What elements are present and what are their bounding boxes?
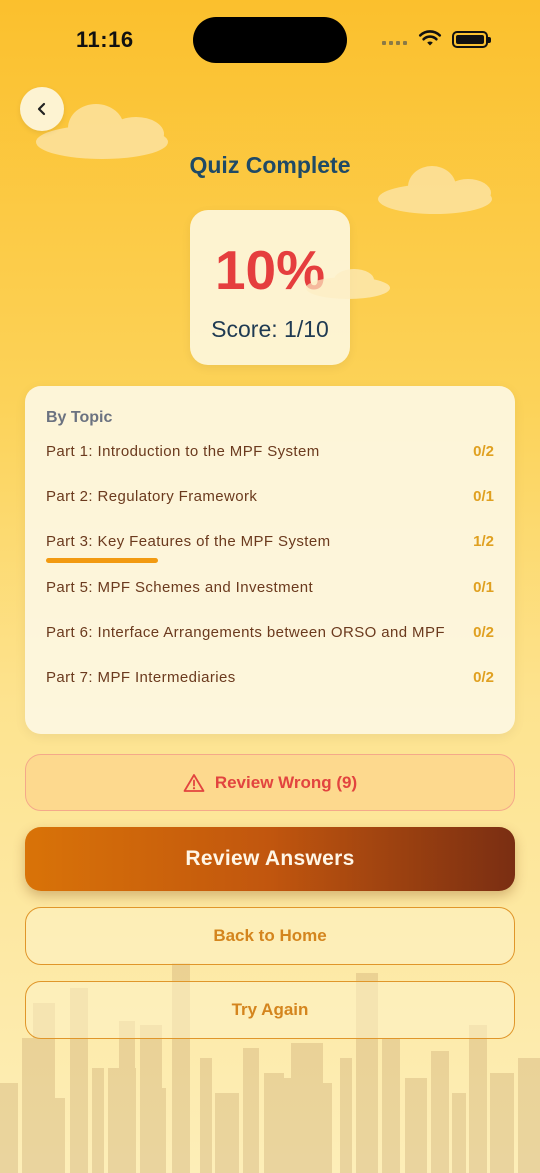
review-answers-label: Review Answers — [185, 847, 355, 870]
topic-row: Part 1: Introduction to the MPF System 0… — [46, 443, 494, 467]
topic-breakdown-card: By Topic Part 1: Introduction to the MPF… — [25, 386, 515, 734]
topic-row: Part 7: MPF Intermediaries 0/2 — [46, 669, 494, 693]
topic-name: Part 6: Interface Arrangements between O… — [46, 624, 445, 641]
back-to-home-button[interactable]: Back to Home — [25, 907, 515, 965]
topic-row: Part 6: Interface Arrangements between O… — [46, 624, 494, 648]
try-again-label: Try Again — [231, 1000, 309, 1019]
topic-name: Part 1: Introduction to the MPF System — [46, 443, 320, 460]
score-fraction: Score: 1/10 — [211, 316, 329, 342]
topic-score: 0/1 — [473, 488, 494, 505]
dynamic-island — [193, 17, 347, 63]
topic-score: 0/1 — [473, 579, 494, 596]
topic-score: 0/2 — [473, 443, 494, 460]
topic-score: 0/2 — [473, 669, 494, 686]
topic-row: Part 2: Regulatory Framework 0/1 — [46, 488, 494, 512]
topic-name: Part 3: Key Features of the MPF System — [46, 533, 331, 550]
status-bar: 11:16 — [0, 0, 540, 80]
topic-name: Part 7: MPF Intermediaries — [46, 669, 236, 686]
review-answers-button[interactable]: Review Answers — [25, 827, 515, 891]
warning-triangle-icon — [183, 773, 205, 792]
topic-progress-fill — [46, 558, 158, 563]
topic-name: Part 2: Regulatory Framework — [46, 488, 258, 505]
topic-heading: By Topic — [46, 409, 113, 426]
cloud-decoration — [306, 269, 390, 299]
back-button[interactable] — [20, 87, 64, 131]
back-to-home-label: Back to Home — [213, 926, 327, 945]
topic-name: Part 5: MPF Schemes and Investment — [46, 579, 314, 596]
battery-icon — [452, 31, 491, 48]
page-title: Quiz Complete — [189, 152, 351, 178]
chevron-left-icon — [37, 102, 46, 116]
try-again-button[interactable]: Try Again — [25, 981, 515, 1039]
topic-progress-bar — [46, 558, 270, 563]
review-wrong-label: Review Wrong (9) — [214, 772, 358, 792]
cellular-signal-icon — [382, 41, 407, 45]
review-wrong-button[interactable]: Review Wrong (9) — [25, 754, 515, 811]
status-time: 11:16 — [76, 27, 134, 52]
wifi-icon — [418, 30, 442, 46]
topic-score: 1/2 — [473, 533, 494, 550]
topic-row: Part 3: Key Features of the MPF System 1… — [46, 533, 494, 563]
topic-row: Part 5: MPF Schemes and Investment 0/1 — [46, 579, 494, 603]
topic-score: 0/2 — [473, 624, 494, 641]
